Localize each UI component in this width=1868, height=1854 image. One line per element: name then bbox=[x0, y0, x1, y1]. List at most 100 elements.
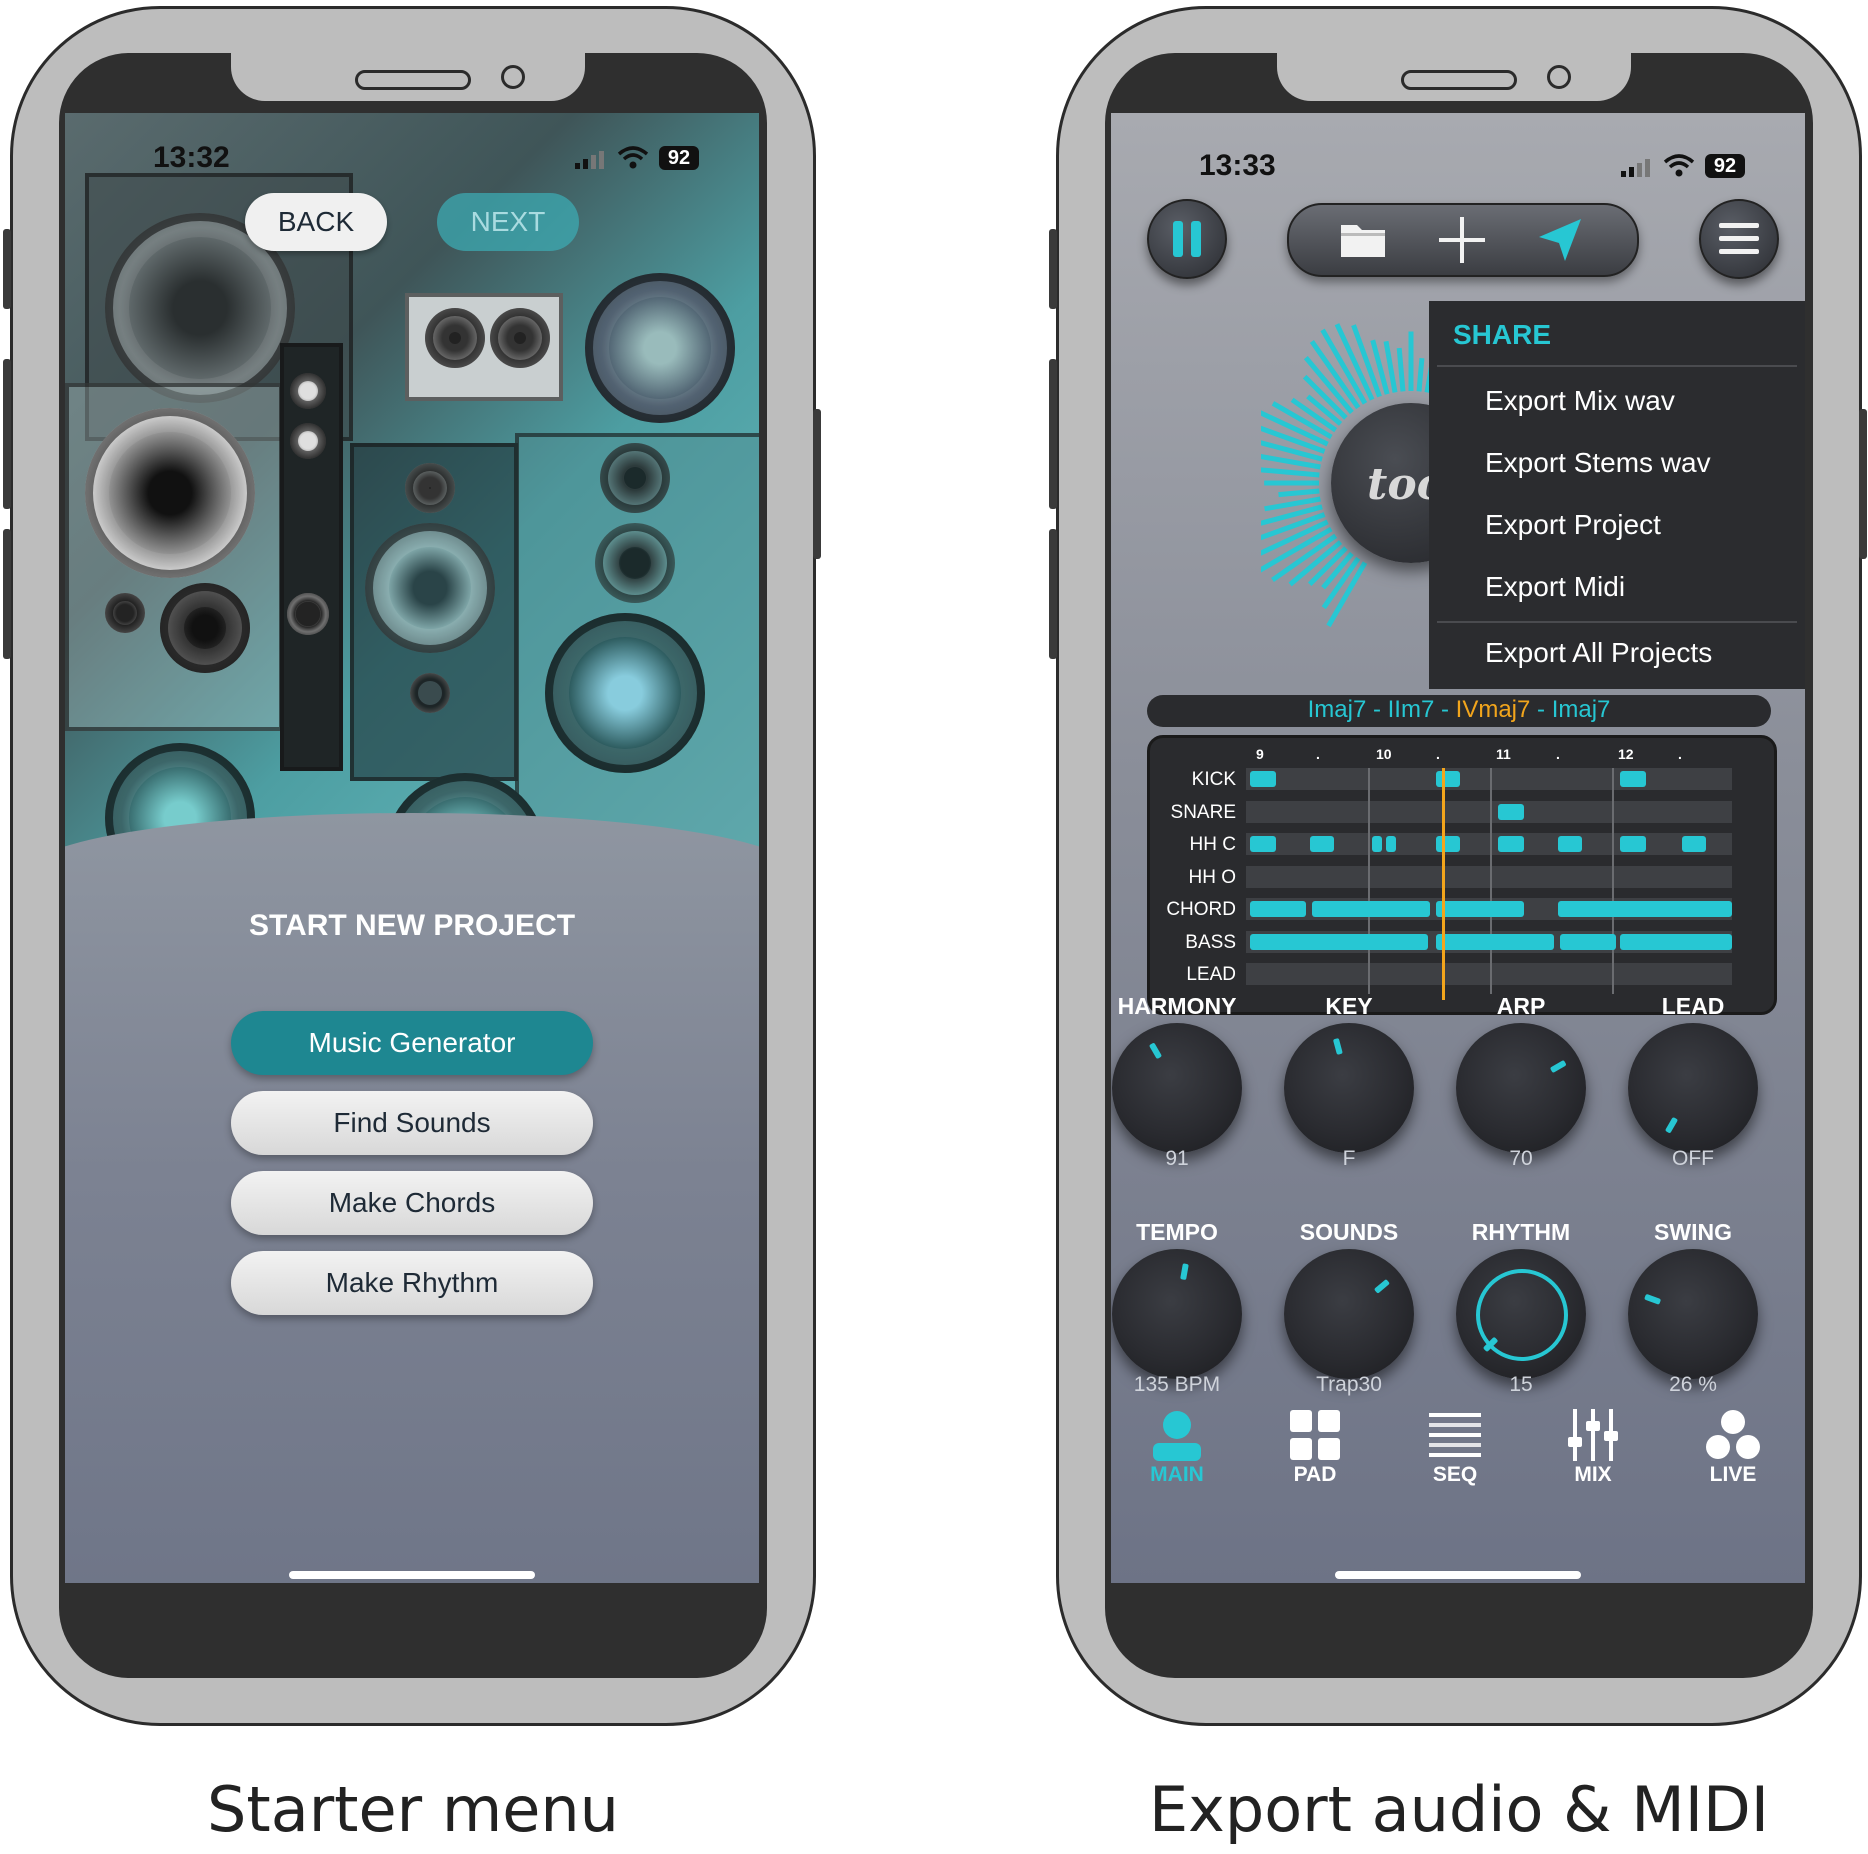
sounds-value: Trap30 bbox=[1316, 1373, 1382, 1396]
track-lane[interactable] bbox=[1246, 768, 1732, 790]
chord-token: - bbox=[1434, 696, 1456, 723]
nav-seq[interactable]: SEQ bbox=[1400, 1409, 1510, 1487]
visualizer-bar bbox=[1383, 340, 1398, 393]
visualizer-bar bbox=[1278, 488, 1320, 498]
nav-label: SEQ bbox=[1432, 1463, 1478, 1486]
sequencer-note[interactable] bbox=[1310, 836, 1334, 852]
right-phone-bezel: 13:33 92 SHARE Export Mix wav Export Ste… bbox=[1105, 53, 1813, 1678]
sequencer-note[interactable] bbox=[1558, 901, 1732, 917]
knob-indicator bbox=[1180, 1263, 1189, 1281]
export-all-projects-item[interactable]: Export All Projects bbox=[1485, 637, 1712, 669]
knob-indicator bbox=[1332, 1037, 1343, 1055]
chord-token: IIm7 bbox=[1387, 696, 1435, 723]
folder-icon[interactable] bbox=[1339, 219, 1387, 259]
bar-divider bbox=[1612, 768, 1614, 994]
sequencer-note[interactable] bbox=[1620, 933, 1732, 950]
chord-token: Imaj7 bbox=[1307, 696, 1367, 723]
nav-mix[interactable]: MIX bbox=[1538, 1409, 1648, 1487]
swing-value: 26 % bbox=[1669, 1373, 1717, 1396]
export-midi-item[interactable]: Export Midi bbox=[1485, 571, 1625, 603]
chord-token: - bbox=[1530, 696, 1552, 723]
track-lane[interactable] bbox=[1246, 800, 1732, 823]
sequencer-note[interactable] bbox=[1436, 933, 1554, 950]
left-phone-volume-up-button bbox=[3, 229, 11, 309]
sequencer-note[interactable] bbox=[1620, 836, 1646, 852]
export-stems-wav-item[interactable]: Export Stems wav bbox=[1485, 447, 1711, 479]
beat-marker: . bbox=[1436, 746, 1440, 762]
next-button[interactable]: NEXT bbox=[437, 193, 579, 251]
lead-knob[interactable] bbox=[1628, 1023, 1758, 1153]
option-music-generator-button[interactable]: Music Generator bbox=[231, 1011, 593, 1075]
sequencer-note[interactable] bbox=[1386, 836, 1396, 852]
sequencer-note[interactable] bbox=[1250, 836, 1276, 852]
beat-marker: . bbox=[1556, 746, 1560, 762]
key-knob[interactable] bbox=[1284, 1023, 1414, 1153]
swing-knob[interactable] bbox=[1628, 1249, 1758, 1379]
sounds-label: SOUNDS bbox=[1299, 1219, 1399, 1245]
left-phone-volume-down-button bbox=[3, 359, 11, 509]
rhythm-value: 15 bbox=[1509, 1373, 1533, 1396]
sequencer-note[interactable] bbox=[1250, 771, 1276, 787]
arp-value: 70 bbox=[1509, 1147, 1533, 1170]
mixer-icon bbox=[1538, 1409, 1648, 1463]
knob-indicator bbox=[1373, 1278, 1390, 1294]
track-lane[interactable] bbox=[1246, 963, 1732, 985]
option-make-rhythm-button[interactable]: Make Rhythm bbox=[231, 1251, 593, 1315]
sequencer-note[interactable] bbox=[1372, 836, 1382, 852]
caption-starter-menu: Starter menu bbox=[207, 1773, 619, 1846]
sequencer-note[interactable] bbox=[1620, 771, 1646, 787]
tempo-label: TEMPO bbox=[1136, 1219, 1218, 1245]
chord-progression-bar[interactable]: Imaj7 - IIm7 - IVmaj7 - Imaj7 bbox=[1147, 695, 1771, 727]
sequencer-icon bbox=[1400, 1409, 1510, 1463]
track-label-bass: BASS bbox=[1185, 931, 1236, 953]
tempo-knob[interactable] bbox=[1112, 1249, 1242, 1379]
sequencer-note[interactable] bbox=[1682, 836, 1706, 852]
add-icon[interactable] bbox=[1439, 217, 1485, 263]
sequencer-note[interactable] bbox=[1436, 836, 1460, 852]
sounds-knob[interactable] bbox=[1284, 1249, 1414, 1379]
export-mix-wav-item[interactable]: Export Mix wav bbox=[1485, 385, 1675, 417]
track-lane[interactable] bbox=[1246, 865, 1732, 888]
beat-marker: 11 bbox=[1496, 746, 1511, 762]
export-project-item[interactable]: Export Project bbox=[1485, 509, 1661, 541]
nav-pad[interactable]: PAD bbox=[1260, 1409, 1370, 1487]
option-make-chords-button[interactable]: Make Chords bbox=[231, 1171, 593, 1235]
sequencer-note[interactable] bbox=[1498, 803, 1524, 820]
share-menu-divider bbox=[1437, 621, 1797, 623]
nav-live[interactable]: LIVE bbox=[1678, 1409, 1788, 1487]
sequencer-note[interactable] bbox=[1250, 901, 1306, 917]
pause-button[interactable] bbox=[1147, 199, 1227, 279]
back-button[interactable]: BACK bbox=[245, 193, 387, 251]
toolbar-pill bbox=[1287, 203, 1639, 277]
sequencer-note[interactable] bbox=[1498, 836, 1524, 852]
knob-indicator bbox=[1549, 1059, 1567, 1074]
option-find-sounds-button[interactable]: Find Sounds bbox=[231, 1091, 593, 1155]
nav-label: PAD bbox=[1293, 1463, 1337, 1486]
visualizer-bar bbox=[1396, 347, 1406, 392]
sequencer-note[interactable] bbox=[1558, 836, 1582, 852]
share-send-icon[interactable] bbox=[1537, 217, 1583, 263]
rhythm-knob[interactable] bbox=[1456, 1249, 1586, 1379]
nav-label: MIX bbox=[1574, 1463, 1612, 1486]
right-phone-volume-down-button bbox=[1049, 359, 1057, 509]
menu-button[interactable] bbox=[1699, 199, 1779, 279]
sequencer-note[interactable] bbox=[1436, 771, 1460, 787]
grid-icon bbox=[1260, 1409, 1370, 1463]
sequencer-note[interactable] bbox=[1250, 933, 1428, 950]
left-phone-earpiece bbox=[355, 70, 471, 90]
harmony-knob[interactable] bbox=[1112, 1023, 1242, 1153]
nav-label: LIVE bbox=[1709, 1463, 1757, 1486]
page-title: START NEW PROJECT bbox=[248, 909, 576, 942]
sequencer-note[interactable] bbox=[1560, 933, 1616, 950]
nav-main[interactable]: MAIN bbox=[1122, 1409, 1232, 1487]
lead-label: LEAD bbox=[1661, 993, 1725, 1019]
sequencer-note[interactable] bbox=[1436, 901, 1524, 917]
playhead[interactable] bbox=[1442, 768, 1445, 1000]
arp-knob[interactable] bbox=[1456, 1023, 1586, 1153]
battery-indicator: 92 bbox=[659, 146, 699, 170]
lead-value: OFF bbox=[1672, 1147, 1714, 1170]
cellular-signal-icon bbox=[575, 151, 605, 169]
sequencer-grid[interactable]: 9. 10. 11. 12. KICK SNARE HH C HH O CHORD BASS LEA… bbox=[1147, 735, 1777, 1015]
right-phone-power-button bbox=[1859, 409, 1867, 559]
sequencer-note[interactable] bbox=[1312, 901, 1430, 917]
